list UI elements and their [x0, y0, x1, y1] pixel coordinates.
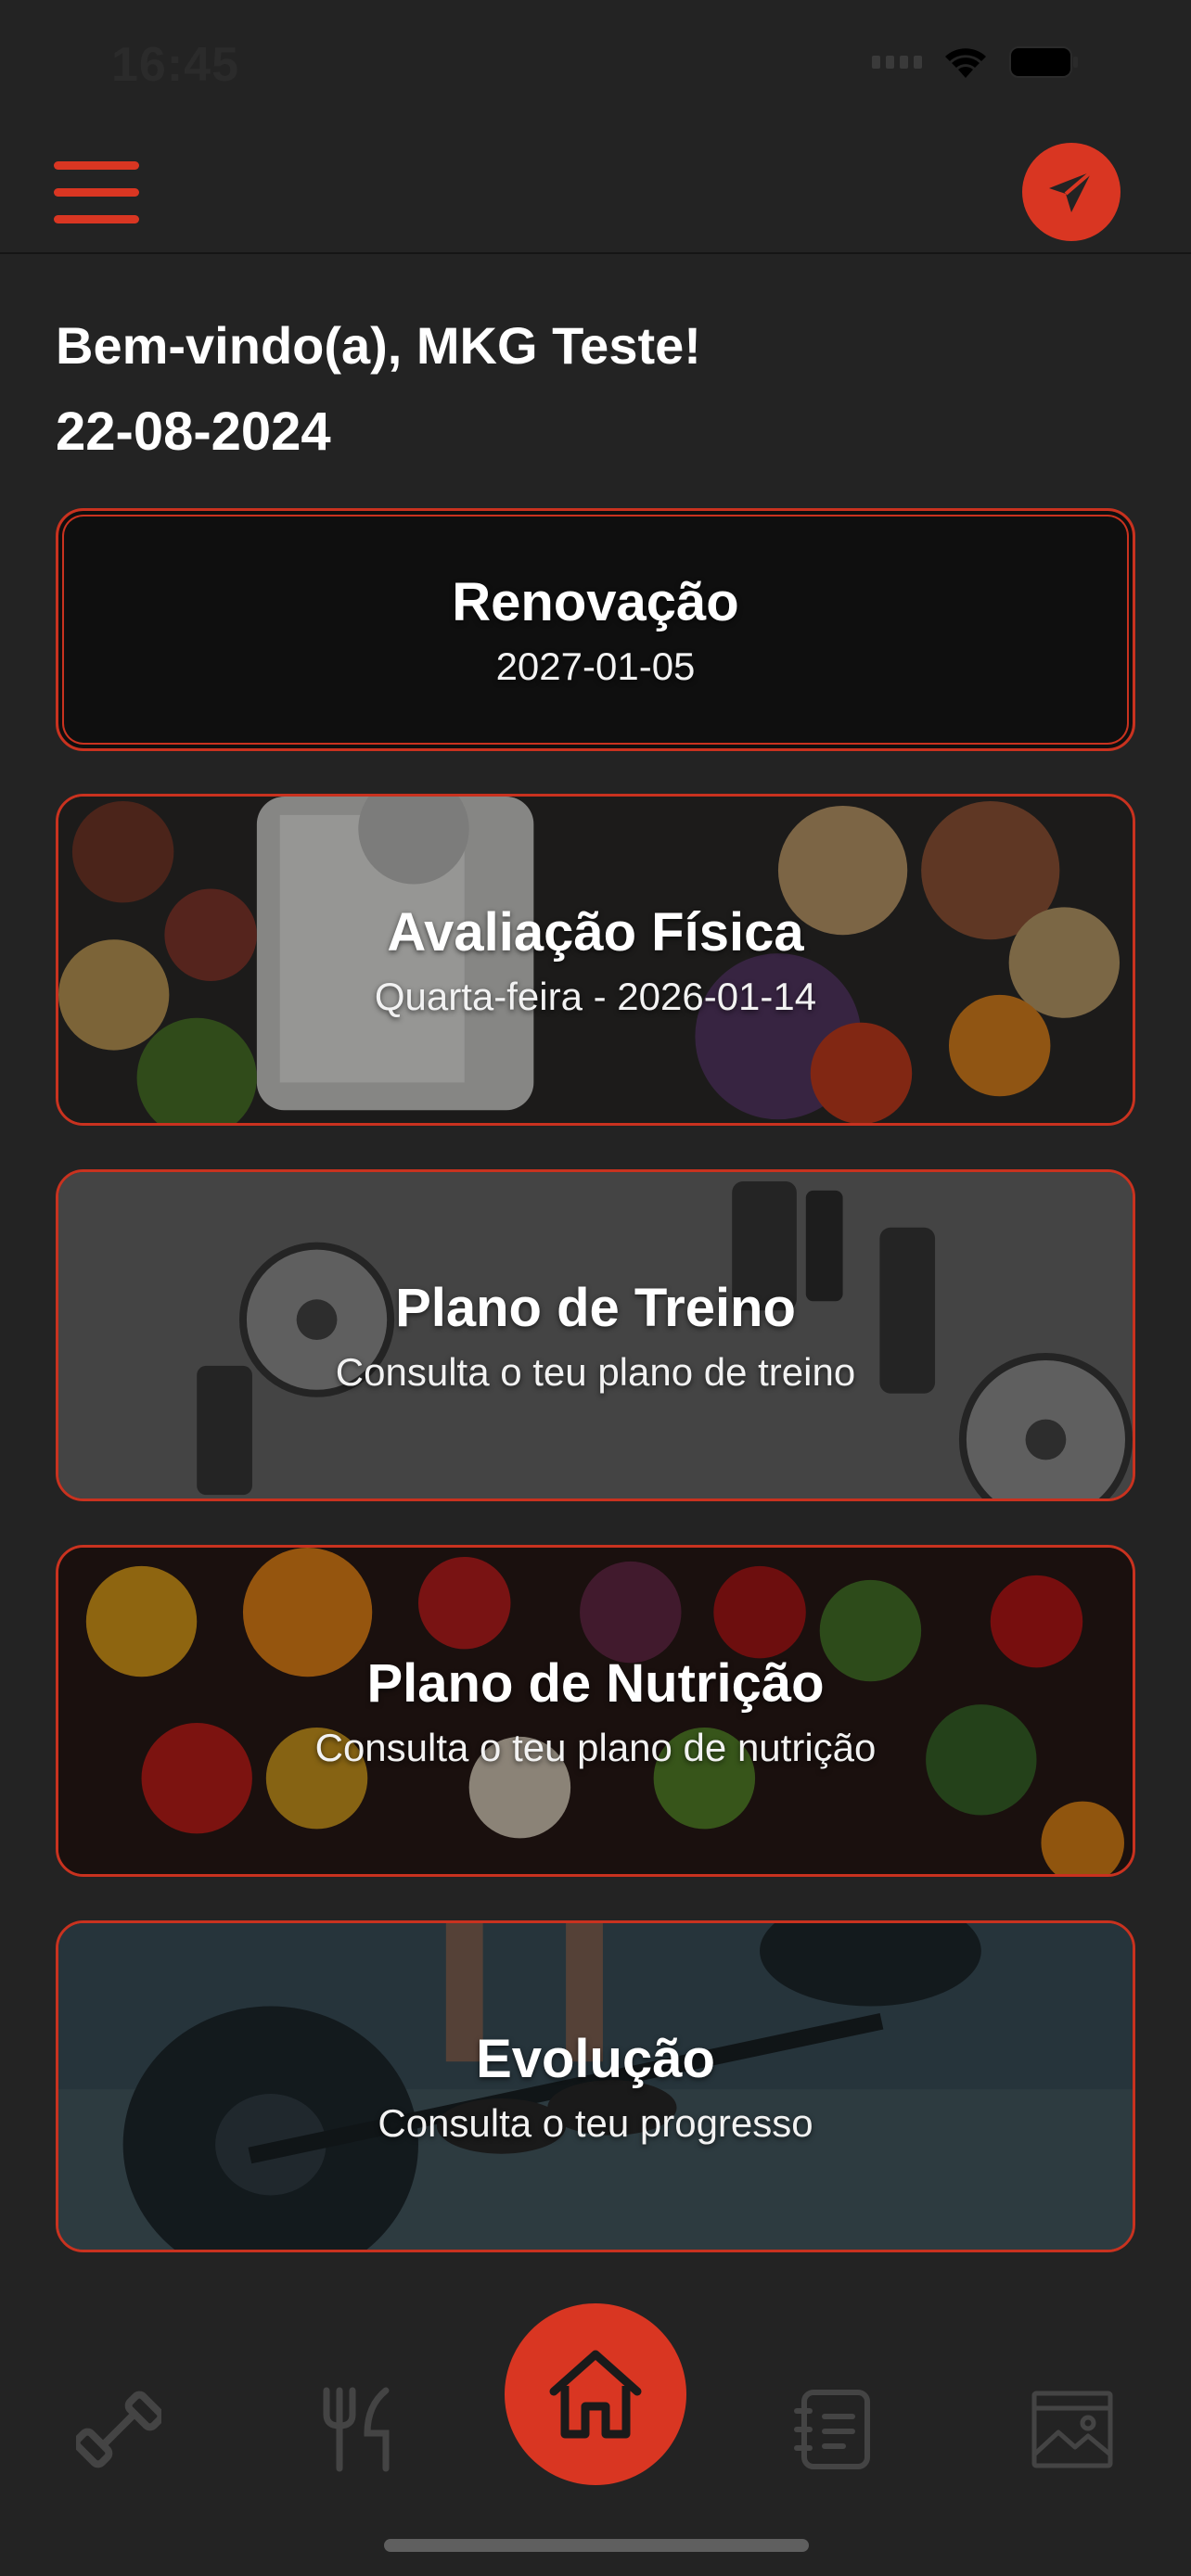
card-title: Evolução [476, 2028, 715, 2089]
app-header [0, 130, 1191, 254]
status-time: 16:45 [111, 38, 239, 92]
card-subtitle: Consulta o teu plano de nutrição [314, 1725, 877, 1769]
renewal-card[interactable]: Renovação 2027-01-05 [56, 508, 1135, 751]
gallery-icon[interactable] [1026, 2383, 1119, 2476]
home-indicator[interactable] [384, 2539, 809, 2552]
welcome-message: Bem-vindo(a), MKG Teste! [56, 316, 701, 375]
training-plan-card[interactable]: Plano de Treino Consulta o teu plano de … [56, 1169, 1135, 1501]
cellular-signal-icon [872, 56, 922, 69]
home-tab[interactable] [505, 2303, 686, 2485]
notebook-icon[interactable] [787, 2383, 879, 2476]
fork-knife-icon[interactable] [312, 2383, 404, 2476]
status-bar: 16:45 [0, 0, 1191, 130]
progress-card[interactable]: Evolução Consulta o teu progresso [56, 1920, 1135, 2252]
hamburger-menu-icon[interactable] [54, 161, 141, 224]
card-title: Plano de Treino [395, 1277, 796, 1338]
send-button[interactable] [1022, 143, 1121, 241]
dumbbell-icon[interactable] [72, 2383, 165, 2476]
card-subtitle: 2027-01-05 [495, 644, 696, 688]
card-subtitle: Consulta o teu plano de treino [335, 1349, 856, 1394]
home-icon [549, 2350, 642, 2439]
status-indicators [872, 45, 1080, 80]
card-title: Plano de Nutrição [366, 1652, 825, 1714]
physical-assessment-card[interactable]: Avaliação Física Quarta-feira - 2026-01-… [56, 794, 1135, 1126]
current-date: 22-08-2024 [56, 402, 331, 462]
card-title: Avaliação Física [387, 901, 804, 963]
card-subtitle: Consulta o teu progresso [378, 2100, 813, 2145]
nutrition-plan-card[interactable]: Plano de Nutrição Consulta o teu plano d… [56, 1545, 1135, 1877]
battery-icon [1009, 45, 1080, 79]
app-screen: 16:45 Bem-vindo(a), MKG Teste! 22-08-202… [0, 0, 1191, 2576]
bottom-tab-bar [0, 2290, 1191, 2576]
card-title: Renovação [452, 571, 739, 632]
paper-plane-icon [1049, 170, 1094, 212]
wifi-icon [942, 45, 989, 80]
card-subtitle: Quarta-feira - 2026-01-14 [374, 974, 817, 1018]
